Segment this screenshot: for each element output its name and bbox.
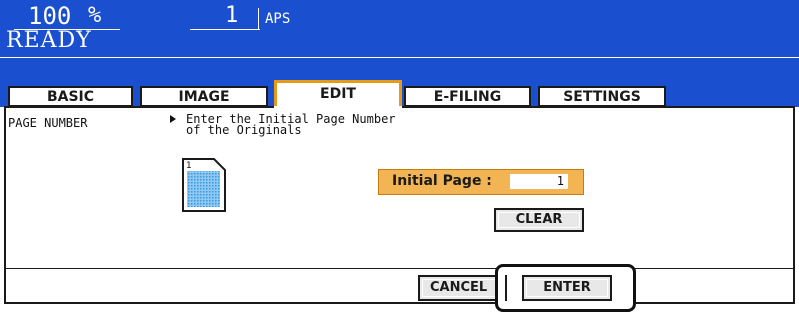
edit-panel [4, 106, 795, 304]
clear-button[interactable]: CLEAR [494, 208, 584, 232]
status-underline [0, 57, 799, 58]
tab-edit[interactable]: EDIT [274, 80, 402, 108]
bottom-divider [4, 268, 795, 269]
zoom-unit: % [88, 3, 102, 28]
initial-page-input[interactable]: 1 [510, 174, 568, 189]
machine-status: READY [6, 28, 92, 53]
tab-edit-label: EDIT [320, 86, 356, 102]
tab-e-filing[interactable]: E-FILING [404, 86, 531, 107]
instruction-arrow-icon [170, 115, 176, 123]
clear-button-label: CLEAR [515, 212, 563, 227]
zoom-value: 100 [28, 2, 72, 30]
section-label: PAGE NUMBER [8, 116, 88, 130]
tab-settings-label: SETTINGS [563, 89, 641, 105]
doc-icon-page-number: 1 [186, 161, 192, 171]
cancel-button-label: CANCEL [430, 280, 488, 295]
enter-button-label: ENTER [543, 280, 591, 295]
instruction-line-2: of the Originals [186, 123, 302, 137]
enter-button[interactable]: ENTER [522, 275, 612, 301]
count-divider [258, 8, 259, 30]
panel-top-rule [4, 106, 274, 108]
tab-basic[interactable]: BASIC [8, 86, 133, 107]
tab-basic-label: BASIC [46, 89, 95, 105]
paper-mode: APS [265, 11, 291, 27]
tab-image-label: IMAGE [178, 89, 230, 105]
document-page-icon: 1 [182, 158, 226, 212]
tab-image[interactable]: IMAGE [140, 86, 268, 107]
count-underline [190, 29, 260, 30]
tab-e-filing-label: E-FILING [433, 89, 502, 105]
panel-top-rule-right [402, 106, 795, 108]
initial-page-label: Initial Page : [392, 173, 492, 189]
instruction-text: Enter the Initial Page Number of the Ori… [186, 113, 396, 137]
tab-settings[interactable]: SETTINGS [538, 86, 666, 107]
copy-count: 1 [225, 3, 239, 28]
